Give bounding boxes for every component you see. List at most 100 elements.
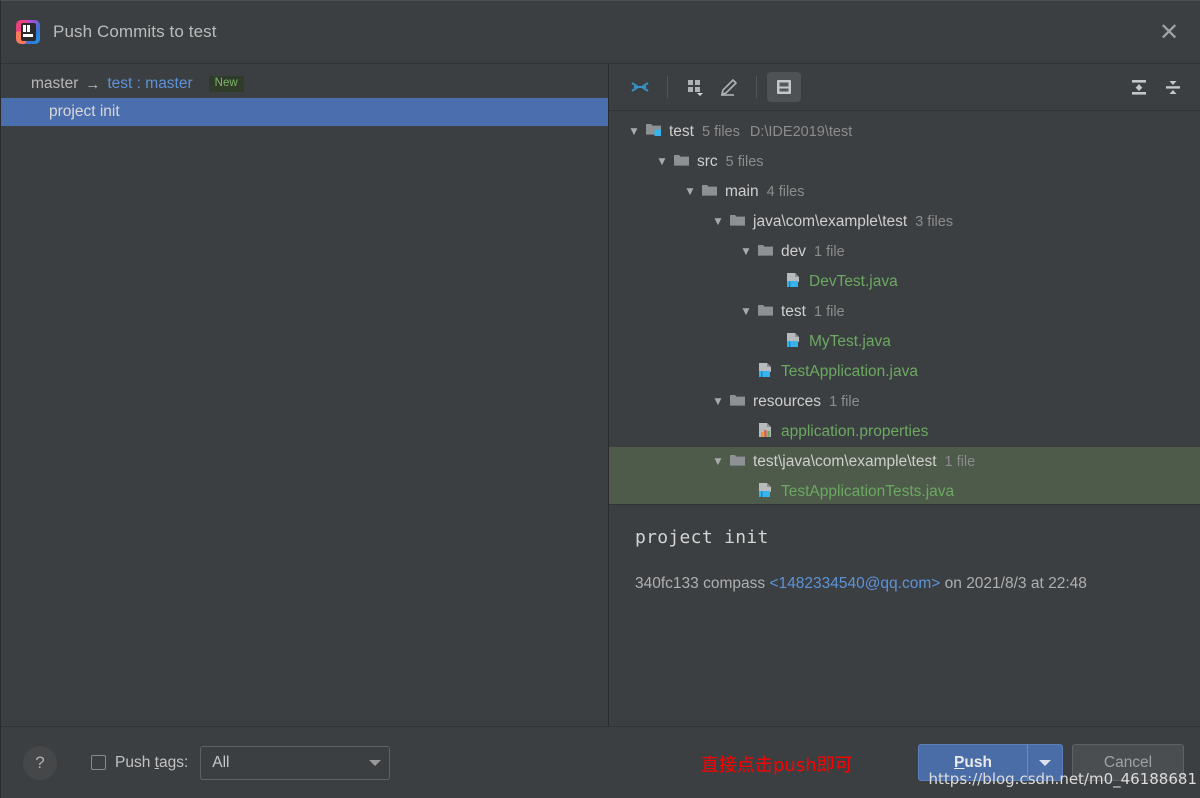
tree-node-file-count: 1 file [829,394,860,410]
commit-detail-subject: project init [635,527,769,548]
svg-text:J: J [760,371,763,378]
help-button[interactable]: ? [23,745,57,780]
commit-list-item[interactable]: project init [1,98,608,126]
new-branch-badge: New [208,75,244,93]
twisty-expanded-icon[interactable]: ▼ [707,217,729,227]
commit-author: compass [703,575,766,592]
watermark-url: https://blog.csdn.net/m0_46188681 [928,770,1197,788]
expand-all-icon[interactable] [1122,72,1156,102]
tree-node-label: TestApplication.java [781,363,918,380]
tree-node-file-count: 1 file [813,304,845,320]
tree-node[interactable]: ▼ resources 1 file [609,387,1200,417]
twisty-expanded-icon[interactable]: ▼ [707,457,729,467]
svg-text:J: J [760,491,763,498]
folder-icon [701,182,718,202]
tree-node-label: main [725,183,759,200]
show-diff-icon[interactable] [623,72,657,102]
tree-node[interactable]: ▼ src 5 files [609,147,1200,177]
arrow-right-icon: → [85,75,101,93]
push-tags-checkbox-row[interactable]: Push tags: [91,754,188,772]
tree-node[interactable]: ▼ test\java\com\example\test 1 file [609,447,1200,477]
tree-node-path: D:\IDE2019\test [749,124,853,140]
source-branch-label: master [31,75,79,92]
changed-files-tree[interactable]: ▼ test 5 files D:\IDE2019\test ▼ src 5 files ▼ m… [609,111,1200,505]
push-commits-dialog: Push Commits to test ✕ master → test : m… [0,0,1200,798]
tree-node[interactable]: ▼ test 1 file [609,297,1200,327]
collapse-all-icon[interactable] [1156,72,1190,102]
dialog-body: master → test : master New project init [1,63,1200,726]
tree-node-label: TestApplicationTests.java [781,483,955,500]
tree-node-file-count: 5 files [725,154,764,170]
folder-icon [729,212,746,232]
tree-node-label: test\java\com\example\test [753,453,937,470]
tree-node-label: test [669,123,694,140]
push-tags-label: Push tags: [115,753,189,771]
tree-node[interactable]: ▼ java\com\example\test 3 files [609,207,1200,237]
commit-hash: 340fc133 [635,575,699,592]
repository-branch-row[interactable]: master → test : master New [1,70,608,98]
java-file-icon: J [785,332,802,353]
twisty-expanded-icon[interactable]: ▼ [735,307,757,317]
twisty-expanded-icon[interactable]: ▼ [651,157,673,167]
tree-node[interactable]: application.properties [609,417,1200,447]
folder-icon [757,302,774,322]
tree-node[interactable]: J TestApplicationTests.java [609,477,1200,504]
window-title: Push Commits to test [53,22,217,41]
tree-node[interactable]: ▼ test 5 files D:\IDE2019\test [609,117,1200,147]
chevron-down-icon [369,759,382,766]
folder-icon [729,452,746,472]
java-file-icon: J [757,362,774,383]
commit-detail-meta: 340fc133 compass <1482334540@qq.com> on … [635,572,1105,595]
tree-node-label: application.properties [781,423,929,440]
commit-date: 2021/8/3 [966,575,1027,592]
svg-text:J: J [788,281,791,288]
tree-node-file-count: 1 file [944,454,976,470]
tree-node-file-count: 3 files [915,214,954,230]
tree-node[interactable]: J TestApplication.java [609,357,1200,387]
twisty-expanded-icon[interactable]: ▼ [679,187,701,197]
folder-icon [729,392,746,412]
twisty-expanded-icon[interactable]: ▼ [623,127,645,137]
commit-author-email[interactable]: <1482334540@qq.com> [769,575,940,592]
folder-icon [757,242,774,262]
close-icon[interactable]: ✕ [1152,15,1186,49]
edit-source-icon[interactable] [712,72,746,102]
title-bar: Push Commits to test ✕ [1,1,1200,63]
push-tags-select[interactable]: All [200,745,391,780]
group-by-icon[interactable] [678,72,712,102]
changes-toolbar [609,64,1200,111]
tree-node-file-count: 4 files [766,184,805,200]
tree-node[interactable]: J MyTest.java [609,327,1200,357]
tree-node-label: DevTest.java [809,273,898,290]
at-word: at [1030,575,1044,592]
commit-details-panel: project init 340fc133 compass <148233454… [609,505,1200,726]
push-tags-checkbox[interactable] [91,755,106,770]
tree-node[interactable]: ▼ dev 1 file [609,237,1200,267]
twisty-expanded-icon[interactable]: ▼ [735,247,757,257]
properties-file-icon [757,422,774,443]
toolbar-separator [756,76,757,98]
tree-node-label: resources [753,393,822,410]
annotation-text: 直接点击push即可 [701,755,853,776]
tree-node-label: src [697,153,718,170]
toolbar-separator [667,76,668,98]
tree-node[interactable]: ▼ main 4 files [609,177,1200,207]
svg-text:J: J [788,341,791,348]
intellij-idea-icon [15,19,41,45]
tree-node-file-count: 5 files [701,124,740,140]
tree-node-label: dev [781,243,806,260]
tree-node[interactable]: J DevTest.java [609,267,1200,297]
changes-panel: ▼ test 5 files D:\IDE2019\test ▼ src 5 files ▼ m… [609,64,1200,726]
on-word: on [944,575,962,592]
folder-icon [673,152,690,172]
tree-node-label: MyTest.java [809,333,891,350]
tree-node-file-count: 1 file [814,244,845,260]
twisty-expanded-icon[interactable]: ▼ [707,397,729,407]
dialog-footer: ? Push tags: All 直接点击push即可 Push Cancel … [1,726,1200,798]
push-tags-select-value: All [212,753,230,771]
preview-diff-icon[interactable] [767,72,801,102]
commit-subject-label: project init [49,103,120,120]
tree-node-label: test [781,303,806,320]
target-branch-label[interactable]: test : master [107,75,192,93]
tree-node-label: java\com\example\test [753,213,908,230]
